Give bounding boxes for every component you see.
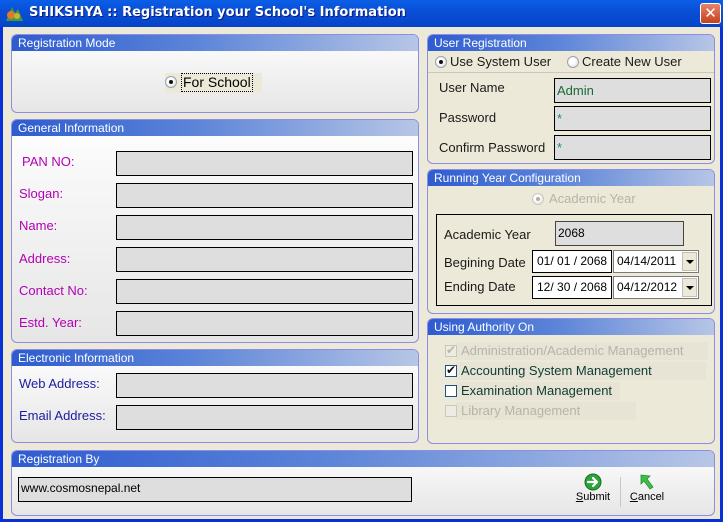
examination-checkbox[interactable] xyxy=(445,385,457,397)
submit-button[interactable]: Submit xyxy=(574,473,612,509)
shikshya-logo-icon xyxy=(6,7,23,21)
for-school-label: For School xyxy=(181,73,253,92)
create-new-user-label[interactable]: Create New User xyxy=(582,54,682,69)
use-system-user-label[interactable]: Use System User xyxy=(450,54,551,69)
academic-year-input[interactable]: 2068 xyxy=(555,221,684,246)
user-registration-heading: User Registration xyxy=(428,35,714,51)
cancel-button[interactable]: Cancel xyxy=(628,473,666,509)
estd-year-label: Estd. Year: xyxy=(19,315,82,330)
electronic-information-group: Electronic Information Web Address: Emai… xyxy=(11,349,419,443)
year-dates-box: Academic Year 2068 Begining Date 01/ 01 … xyxy=(436,214,712,306)
arrow-back-icon xyxy=(640,474,654,490)
cancel-label: Cancel xyxy=(629,491,665,503)
window-title: SHIKSHYA :: Registration your School's I… xyxy=(29,5,406,20)
general-information-heading: General Information xyxy=(12,120,418,136)
create-new-user-radio[interactable] xyxy=(567,56,579,68)
registration-window: SHIKSHYA :: Registration your School's I… xyxy=(0,0,723,522)
options-divider xyxy=(428,72,714,73)
for-school-option[interactable]: For School xyxy=(165,73,262,93)
beginning-date-ad-picker[interactable]: 04/14/2011 xyxy=(613,250,699,273)
use-system-user-radio[interactable] xyxy=(435,56,447,68)
user-name-input[interactable]: Admin xyxy=(554,78,711,103)
academic-year-label: Academic Year xyxy=(444,227,531,242)
confirm-password-label: Confirm Password xyxy=(439,140,546,155)
web-address-input[interactable] xyxy=(116,373,413,398)
chevron-down-icon[interactable] xyxy=(682,278,697,297)
registration-by-group: Registration By www.cosmosnepal.net Subm… xyxy=(11,450,715,516)
slogan-input[interactable] xyxy=(116,183,413,208)
beginning-date-label: Begining Date xyxy=(444,255,526,270)
contact-no-label: Contact No: xyxy=(19,283,88,298)
ending-date-bs-input[interactable]: 12/ 30 / 2068 xyxy=(532,276,612,299)
address-input[interactable] xyxy=(116,247,413,272)
for-school-radio[interactable] xyxy=(165,76,177,88)
arrow-right-circle-icon xyxy=(584,473,602,491)
check-icon: ✔ xyxy=(446,363,457,377)
pan-no-label: PAN NO: xyxy=(22,154,75,169)
pan-no-input[interactable] xyxy=(116,151,413,176)
beginning-date-bs-input[interactable]: 01/ 01 / 2068 xyxy=(532,250,612,273)
address-label: Address: xyxy=(19,251,71,266)
general-information-group: General Information PAN NO: Slogan: Name… xyxy=(11,119,419,343)
confirm-password-input[interactable]: * xyxy=(554,135,711,160)
accounting-label[interactable]: Accounting System Management xyxy=(461,363,652,378)
ending-date-ad-value: 04/12/2012 xyxy=(617,280,678,294)
library-checkbox xyxy=(445,405,457,417)
beginning-date-ad-value: 04/14/2011 xyxy=(617,254,677,268)
ending-date-ad-picker[interactable]: 04/12/2012 xyxy=(613,276,699,299)
check-icon: ✔ xyxy=(446,343,457,357)
contact-no-input[interactable] xyxy=(116,279,413,304)
running-year-group: Running Year Configuration Academic Year… xyxy=(427,169,715,314)
chevron-down-icon[interactable] xyxy=(682,252,697,271)
registration-mode-group: Registration Mode For School xyxy=(11,34,419,113)
password-input[interactable]: * xyxy=(554,106,711,131)
user-name-label: User Name xyxy=(439,80,505,95)
authority-group: Using Authority On ✔ Administration/Acad… xyxy=(427,318,715,444)
registration-by-heading: Registration By xyxy=(12,451,714,467)
close-button[interactable]: ✕ xyxy=(700,3,721,24)
running-year-heading: Running Year Configuration xyxy=(428,170,714,186)
electronic-information-heading: Electronic Information xyxy=(12,350,418,366)
name-label: Name: xyxy=(19,218,58,233)
title-bar[interactable]: SHIKSHYA :: Registration your School's I… xyxy=(0,0,723,27)
academic-year-radio xyxy=(532,193,544,205)
administration-checkbox: ✔ xyxy=(445,343,457,357)
registration-mode-heading: Registration Mode xyxy=(12,35,418,51)
submit-label: Submit xyxy=(575,491,611,503)
slogan-label: Slogan: xyxy=(19,186,64,201)
registration-by-input[interactable]: www.cosmosnepal.net xyxy=(18,477,412,502)
user-registration-group: User Registration Use System User Create… xyxy=(427,34,715,164)
close-icon: ✕ xyxy=(704,4,717,22)
name-input[interactable] xyxy=(116,215,413,240)
administration-label: Administration/Academic Management xyxy=(461,343,684,358)
email-address-label: Email Address: xyxy=(19,408,106,423)
examination-label[interactable]: Examination Management xyxy=(461,383,612,398)
academic-year-option-label: Academic Year xyxy=(549,191,636,206)
authority-heading: Using Authority On xyxy=(428,319,714,335)
client-area: Registration Mode For School General Inf… xyxy=(3,27,720,519)
ending-date-label: Ending Date xyxy=(444,279,516,294)
email-address-input[interactable] xyxy=(116,405,413,430)
toolbar-separator xyxy=(620,477,621,507)
library-label: Library Management xyxy=(461,403,581,418)
estd-year-input[interactable] xyxy=(116,311,413,336)
accounting-checkbox[interactable]: ✔ xyxy=(445,363,457,377)
password-label: Password xyxy=(439,110,497,125)
web-address-label: Web Address: xyxy=(19,376,100,391)
